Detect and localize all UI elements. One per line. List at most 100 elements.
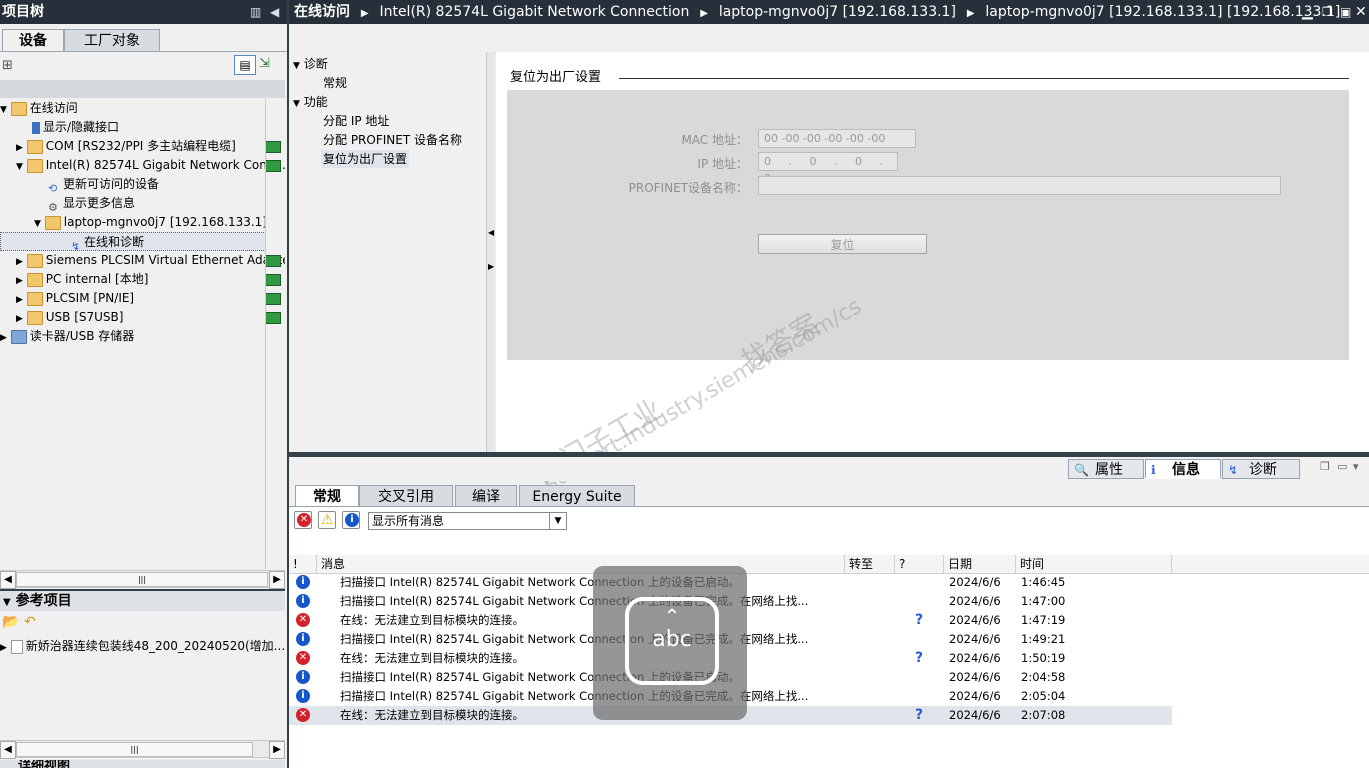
expand-arrow-icon[interactable]: ▶ [0, 333, 7, 343]
nav-splitter[interactable]: ◀ ▶ [486, 52, 495, 452]
scroll-thumb[interactable]: ||| [16, 572, 268, 587]
collapse-icon[interactable]: ▾ [1353, 460, 1359, 473]
scroll-left-icon[interactable]: ◀ [0, 571, 16, 589]
nav-general[interactable]: 常规 [323, 74, 347, 92]
scroll-left-icon[interactable]: ◀ [0, 741, 16, 759]
ref-projects-header[interactable]: ▼ 参考项目 [0, 591, 285, 611]
breadcrumb-item[interactable]: 在线访问 [289, 4, 350, 20]
folder-icon [26, 310, 43, 325]
breadcrumb-item[interactable]: laptop-mgnvo0j7 [192.168.133.1] [719, 4, 956, 20]
minimize-icon[interactable]: ▭ [1337, 460, 1347, 473]
tab-diagnostics[interactable]: ↯ 诊断 [1222, 459, 1300, 479]
expand-arrow-icon[interactable]: ▶ [16, 257, 23, 267]
expand-arrow-icon[interactable]: ▶ [16, 295, 23, 305]
expand-arrow-icon[interactable]: ▼ [0, 105, 7, 115]
tab-info[interactable]: ℹ 信息 [1145, 459, 1221, 479]
float-icon[interactable]: ▣ [1340, 0, 1351, 24]
nav-functions[interactable]: ▼ 功能 [293, 93, 328, 111]
nav-diagnostics[interactable]: ▼ 诊断 [293, 55, 328, 73]
expand-arrow-icon[interactable]: ▼ [16, 162, 23, 172]
message-filter-select[interactable]: 显示所有消息 ▼ [368, 512, 567, 530]
tab-properties[interactable]: 🔍 属性 [1068, 459, 1144, 479]
editor-toolbar [289, 24, 1369, 53]
col-date[interactable]: 日期 [944, 555, 1016, 573]
reset-button[interactable]: 复位 [758, 234, 927, 254]
subtab-energy-suite[interactable]: Energy Suite [519, 485, 635, 507]
subtab-general[interactable]: 常规 [295, 485, 359, 507]
minimize-icon[interactable]: ▁ [1302, 0, 1313, 24]
scroll-right-icon[interactable]: ▶ [269, 571, 285, 589]
tree-item-com[interactable]: ▶ COM [RS232/PPI 多主站编程电缆] [16, 137, 285, 156]
expand-arrow-icon[interactable]: ▼ [34, 219, 41, 229]
filter-info-button[interactable]: i [342, 511, 360, 529]
subtab-compile[interactable]: 编译 [455, 485, 517, 507]
tree-item-show-hide-interfaces[interactable]: 显示/隐藏接口 [32, 118, 119, 137]
expand-arrow-icon[interactable]: ▶ [0, 643, 7, 653]
breadcrumb-item[interactable]: Intel(R) 82574L Gigabit Network Connecti… [379, 4, 689, 20]
messages-table-header: ! 消息 转至 ? 日期 时间 [289, 555, 1369, 574]
tree-item-intel-adapter[interactable]: ▼ Intel(R) 82574L Gigabit Network Conn..… [16, 156, 285, 175]
ref-project-item[interactable]: ▶ 新娇治器连续包装线48_200_20240520(增加... [0, 637, 285, 656]
tree-item-card-reader[interactable]: ▶ 读卡器/USB 存储器 [0, 327, 134, 346]
tree-item-usb[interactable]: ▶ USB [S7USB] [16, 308, 285, 327]
help-icon[interactable]: ? [915, 611, 923, 630]
device-view-icon[interactable]: ⊞ [2, 58, 13, 73]
folder-icon [10, 101, 27, 116]
tree-scrollbar[interactable]: ◀ ||| ▶ [0, 570, 285, 589]
tab-plant-objects[interactable]: 工厂对象 [64, 29, 160, 52]
tree-item-pc-internal[interactable]: ▶ PC internal [本地] [16, 270, 285, 289]
breadcrumb-separator-icon: ▶ [360, 8, 369, 19]
status-disconnected-icon [265, 293, 281, 305]
collapse-nav-icon[interactable]: ◀ [488, 228, 494, 237]
col-help[interactable]: ? [895, 555, 944, 573]
project-file-icon [10, 639, 23, 654]
expand-arrow-icon[interactable]: ▶ [16, 276, 23, 286]
col-message[interactable]: 消息 [317, 555, 845, 573]
diagnostics-nav: ▼ 诊断 常规 ▼ 功能 分配 IP 地址 分配 PROFINET 设备名称 复… [289, 52, 490, 452]
tab-devices[interactable]: 设备 [2, 29, 64, 52]
scroll-thumb[interactable]: ||| [16, 742, 253, 757]
tree-item-online-diagnostics[interactable]: ↯ 在线和诊断 [0, 232, 266, 253]
restore-icon[interactable]: ❐ [1320, 460, 1330, 473]
expand-arrow-icon[interactable]: ▼ [293, 61, 300, 71]
nav-assign-name[interactable]: 分配 PROFINET 设备名称 [323, 131, 462, 149]
subtab-cross-ref[interactable]: 交叉引用 [359, 485, 453, 507]
nav-reset-factory[interactable]: 复位为出厂设置 [321, 150, 410, 168]
filter-warnings-button[interactable]: ⚠ [318, 511, 336, 529]
tree-item-plcsim-virtual[interactable]: ▶ Siemens PLCSIM Virtual Ethernet Adapte… [16, 251, 285, 270]
chevron-down-icon[interactable]: ▼ [549, 513, 566, 529]
expand-arrow-icon[interactable]: ▶ [16, 143, 23, 153]
tree-item-plcsim-pnie[interactable]: ▶ PLCSIM [PN/IE] [16, 289, 285, 308]
tree-item-laptop[interactable]: ▼ laptop-mgnvo0j7 [192.168.133.1] [34, 213, 267, 232]
tree-item-online-access[interactable]: ▼ 在线访问 [0, 99, 78, 118]
ref-scrollbar[interactable]: ◀ ||| ▶ [0, 740, 285, 759]
col-goto[interactable]: 转至 [845, 555, 895, 573]
breadcrumb-item[interactable]: laptop-mgnvo0j7 [192.168.133.1] [192.168… [985, 4, 1340, 20]
tree-item-update-accessible[interactable]: ⟲ 更新可访问的设备 [48, 175, 159, 195]
collapse-left-icon[interactable]: ◀ [270, 0, 279, 24]
restore-icon[interactable]: ❐ [1322, 0, 1333, 24]
split-view-icon[interactable]: ▥ [250, 0, 261, 24]
close-project-icon[interactable]: ↶ [24, 614, 36, 630]
help-icon[interactable]: ? [915, 706, 923, 725]
nav-assign-ip[interactable]: 分配 IP 地址 [323, 112, 389, 130]
detail-view-header[interactable]: 详细视图 [0, 760, 285, 768]
filter-errors-button[interactable]: ✕ [294, 511, 312, 529]
breadcrumb: 在线访问 ▶ Intel(R) 82574L Gigabit Network C… [289, 0, 1369, 24]
close-icon[interactable]: ✕ [1355, 0, 1367, 24]
open-project-icon[interactable]: 📂 [2, 614, 19, 630]
tree-item-show-more[interactable]: ⚙ 显示更多信息 [48, 194, 135, 214]
col-time[interactable]: 时间 [1016, 555, 1172, 573]
folder-icon [26, 291, 43, 306]
table-view-icon[interactable]: ▤ [234, 55, 256, 75]
collapse-arrow-icon[interactable]: ▼ [0, 597, 11, 608]
expand-nav-icon[interactable]: ▶ [488, 262, 494, 271]
status-ok-icon [265, 274, 281, 286]
expand-arrow-icon[interactable]: ▼ [293, 99, 300, 109]
help-icon[interactable]: ? [915, 649, 923, 668]
project-tree-title: 项目树 [2, 4, 44, 20]
expand-arrow-icon[interactable]: ▶ [16, 314, 23, 324]
scroll-right-icon[interactable]: ▶ [269, 741, 285, 759]
col-severity[interactable]: ! [289, 555, 317, 573]
export-icon[interactable]: ⇲ [259, 56, 270, 71]
